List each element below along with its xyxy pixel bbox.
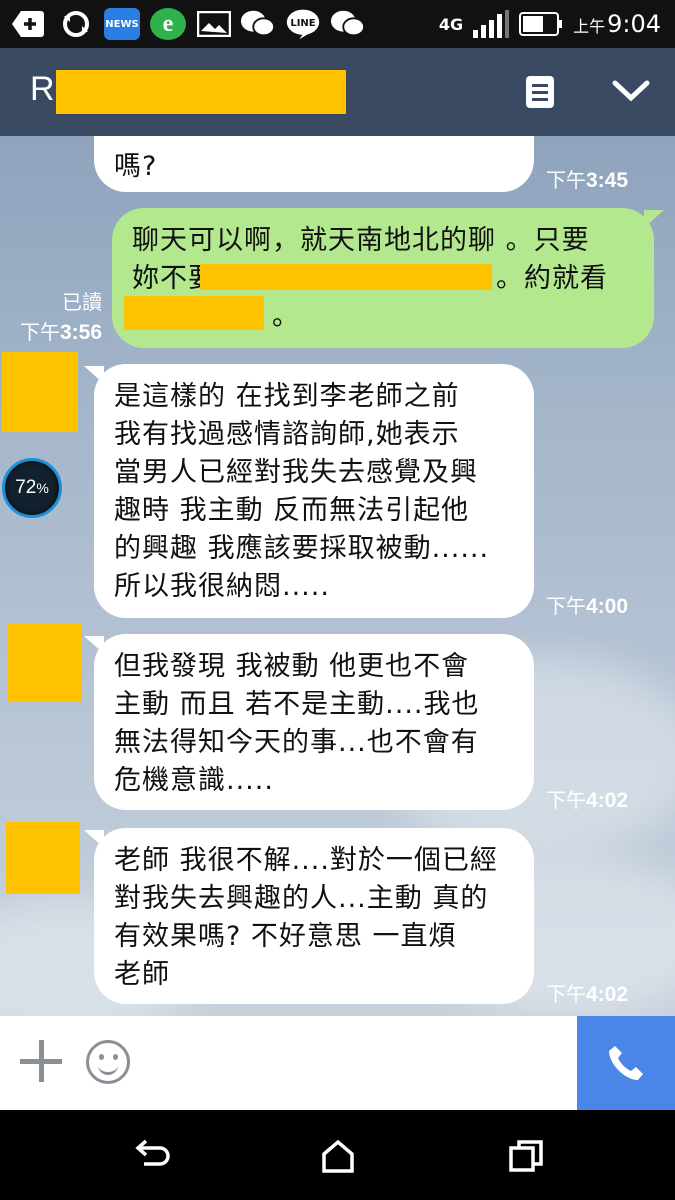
status-bar: NEWS e LINE 4G 上午9:04	[0, 0, 675, 48]
message-time: 下午4:02	[546, 789, 629, 812]
emoji-icon[interactable]	[86, 1040, 130, 1084]
message-bubble[interactable]: 嗎?	[94, 136, 534, 192]
image-notification-icon	[196, 8, 232, 40]
add-notification-icon	[10, 8, 46, 40]
call-button[interactable]	[577, 1016, 675, 1110]
notes-icon[interactable]	[526, 76, 554, 108]
wechat-icon	[240, 8, 276, 40]
battery-icon	[519, 12, 563, 36]
chat-header: R	[0, 48, 675, 136]
memory-booster-bubble[interactable]: 72%	[2, 458, 62, 518]
news-app-icon: NEWS	[104, 8, 140, 40]
home-icon[interactable]	[318, 1138, 358, 1174]
chat-area[interactable]: 嗎? 下午3:45 聊天可以啊，就天南地北的聊 。只要 妳不要 。約就看 。 已讀…	[0, 136, 675, 1016]
clock: 上午9:04	[573, 10, 661, 38]
sync-icon	[58, 8, 94, 40]
navigation-bar	[0, 1110, 675, 1200]
message-time: 下午4:00	[546, 595, 629, 618]
redacted-name	[56, 70, 346, 114]
message-bubble[interactable]: 但我發現 我被動 他更也不會 主動 而且 若不是主動....我也 無法得知今天的…	[94, 634, 534, 810]
plus-icon[interactable]	[20, 1040, 62, 1082]
read-receipt: 已讀	[62, 292, 102, 314]
avatar[interactable]	[2, 352, 78, 432]
message-bubble[interactable]: 是這樣的 在找到李老師之前 我有找過感情諮詢師,她表示 當男人已經對我失去感覺及…	[94, 364, 534, 618]
redacted-text	[124, 296, 264, 330]
wechat-icon	[330, 8, 366, 40]
message-bubble[interactable]: 老師 我很不解....對於一個已經 對我失去興趣的人...主動 真的 有效果嗎?…	[94, 828, 534, 1004]
avatar[interactable]	[6, 822, 80, 894]
network-type: 4G	[438, 14, 464, 34]
phone-icon	[609, 1046, 643, 1080]
status-indicators: 4G 上午9:04	[439, 0, 661, 48]
chevron-down-icon[interactable]	[612, 78, 650, 104]
input-bar	[0, 1016, 675, 1110]
chat-title: R	[30, 70, 55, 108]
recents-icon[interactable]	[506, 1138, 546, 1174]
browser-icon: e	[150, 8, 186, 40]
message-time: 下午3:56	[20, 321, 103, 344]
avatar[interactable]	[8, 624, 82, 702]
back-icon[interactable]	[132, 1138, 172, 1174]
message-time: 下午3:45	[546, 169, 629, 192]
message-time: 下午4:02	[546, 983, 629, 1006]
signal-icon	[473, 10, 510, 38]
line-icon: LINE	[285, 8, 321, 40]
redacted-text	[200, 264, 492, 290]
